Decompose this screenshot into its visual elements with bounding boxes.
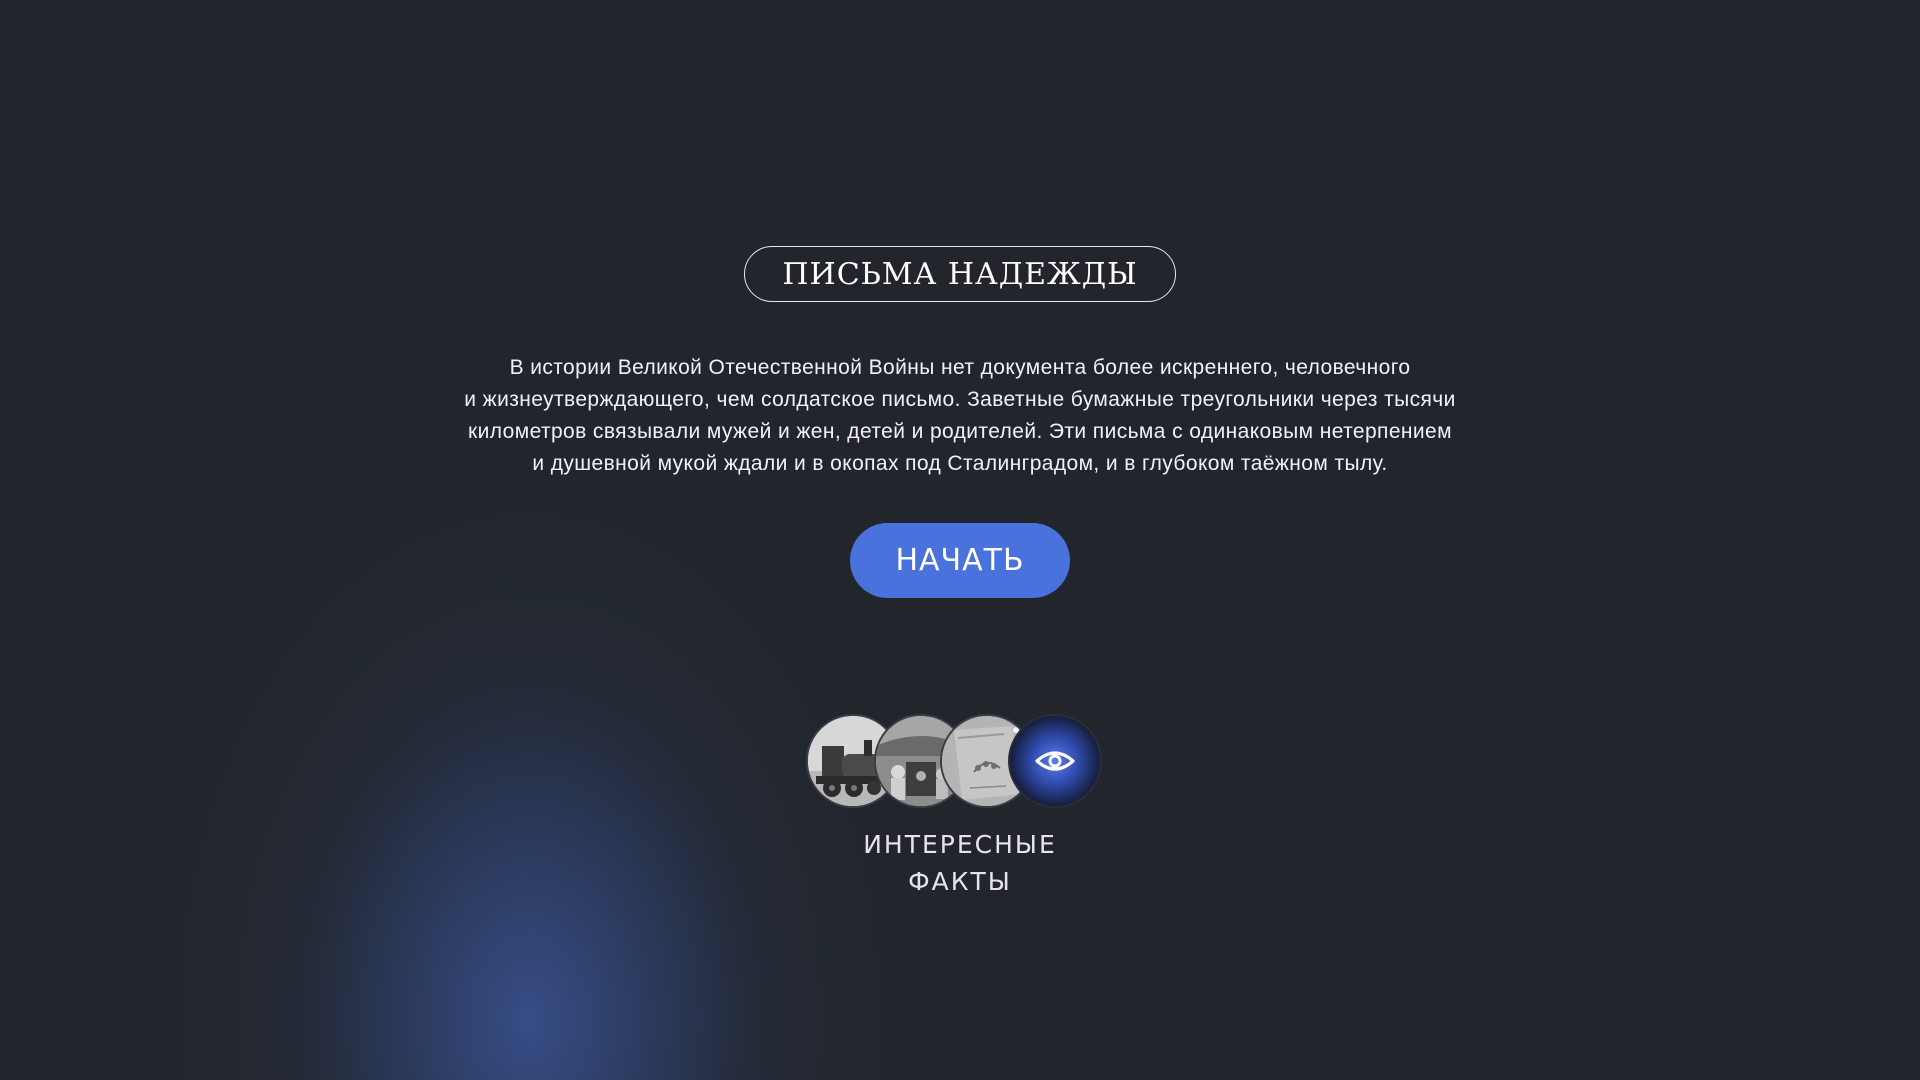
intro-line: и жизнеутверждающего, чем солдатское пис… xyxy=(464,388,1456,411)
page-title-text: ПИСЬМА НАДЕЖДЫ xyxy=(782,256,1138,292)
landing-page: ПИСЬМА НАДЕЖДЫ В истории Великой Отечест… xyxy=(0,0,1920,1080)
start-button-label: НАЧАТЬ xyxy=(895,543,1025,578)
start-button[interactable]: НАЧАТЬ xyxy=(850,523,1070,598)
facts-label-line: ИНТЕРЕСНЫЕ xyxy=(863,830,1057,859)
interesting-facts-label[interactable]: ИНТЕРЕСНЫЕ ФАКТЫ xyxy=(760,826,1160,900)
intro-line: километров связывали мужей и жен, детей … xyxy=(468,420,1452,443)
page-title: ПИСЬМА НАДЕЖДЫ xyxy=(744,246,1176,302)
eye-icon xyxy=(1035,751,1075,771)
facts-label-line: ФАКТЫ xyxy=(908,867,1012,896)
intro-line: и душевной мукой ждали и в окопах под Ст… xyxy=(532,452,1388,475)
intro-line: В истории Великой Отечественной Войны не… xyxy=(509,356,1411,379)
interesting-facts-link[interactable] xyxy=(806,714,1106,814)
intro-text: В истории Великой Отечественной Войны не… xyxy=(360,352,1560,480)
facts-eye-button xyxy=(1008,714,1102,808)
